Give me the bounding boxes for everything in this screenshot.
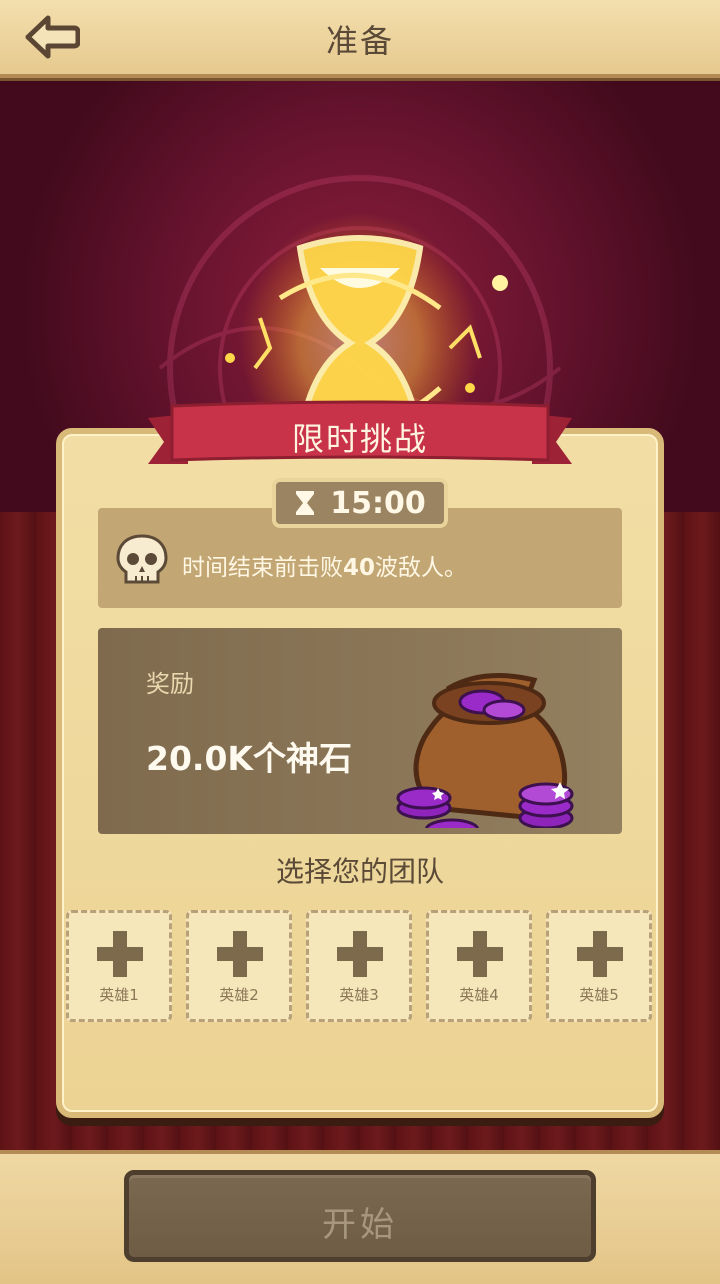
team-label: 选择您的团队 xyxy=(275,855,444,888)
top-bar: 准备 xyxy=(0,0,720,78)
hero-slot-4[interactable]: 英雄4 xyxy=(426,910,532,1022)
reward-value: 20.0K个神石 xyxy=(146,739,352,778)
hourglass-small-icon xyxy=(296,491,315,515)
hero-slot-5[interactable]: 英雄5 xyxy=(546,910,652,1022)
plus-icon xyxy=(337,931,383,977)
banner-title: 限时挑战 xyxy=(291,420,428,458)
bottom-bar: 开始 xyxy=(0,1150,720,1284)
timer-badge: 15:00 xyxy=(272,478,448,528)
plus-icon xyxy=(577,931,623,977)
hero-slot-2[interactable]: 英雄2 xyxy=(186,910,292,1022)
start-button[interactable]: 开始 xyxy=(124,1170,596,1262)
gem-bag-icon xyxy=(396,673,574,828)
hero-slot-3[interactable]: 英雄3 xyxy=(306,910,412,1022)
plus-icon xyxy=(217,931,263,977)
plus-icon xyxy=(457,931,503,977)
plus-icon xyxy=(97,931,143,977)
objective-text: 时间结束前击败40波敌人。 xyxy=(182,555,468,581)
hero-slot-label: 英雄1 xyxy=(99,986,139,1004)
challenge-banner: 限时挑战 xyxy=(148,400,572,468)
reward-box: 奖励 20.0K个神石 xyxy=(98,628,622,834)
hero-slot-label: 英雄2 xyxy=(219,986,259,1004)
reward-label: 奖励 xyxy=(146,670,194,698)
hero-slot-label: 英雄4 xyxy=(459,986,499,1004)
hero-slot-label: 英雄5 xyxy=(579,986,619,1004)
skull-icon xyxy=(116,534,168,584)
page-title: 准备 xyxy=(325,22,394,60)
start-button-label: 开始 xyxy=(322,1205,398,1245)
hero-slot-label: 英雄3 xyxy=(339,986,379,1004)
hero-slot-1[interactable]: 英雄1 xyxy=(66,910,172,1022)
timer-value: 15:00 xyxy=(330,485,426,521)
